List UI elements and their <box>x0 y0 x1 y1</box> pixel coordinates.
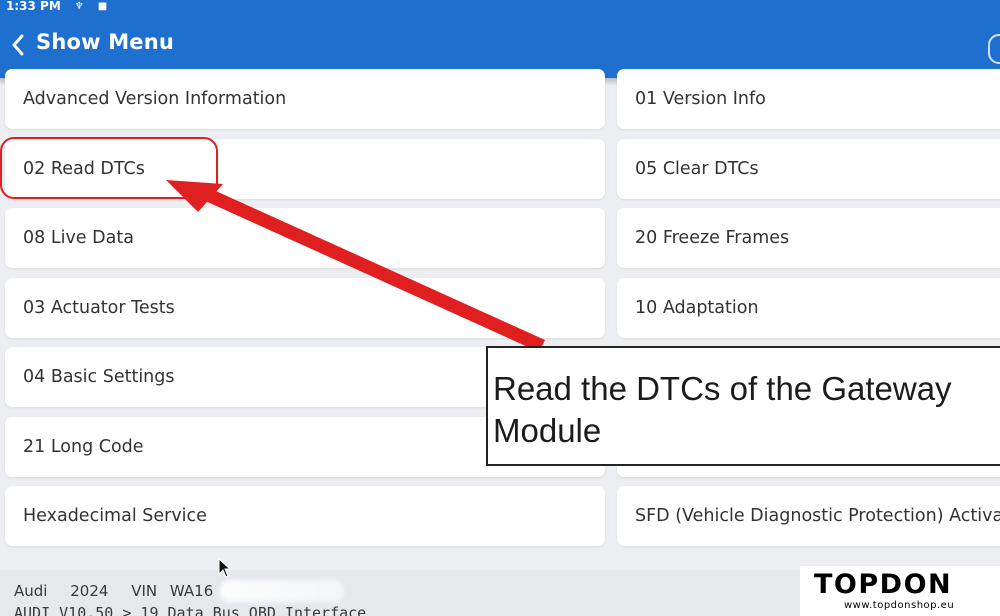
status-time: 1:33 PM <box>6 0 61 13</box>
usb-icon: ♆ <box>74 0 84 12</box>
vin-redaction <box>220 580 344 602</box>
menu-item-version-info[interactable]: 01 Version Info <box>617 69 1000 129</box>
menu-item-advanced-version-information[interactable]: Advanced Version Information <box>5 69 605 129</box>
callout-line-2: Module <box>493 412 602 449</box>
menu-item-actuator-tests[interactable]: 03 Actuator Tests <box>5 278 605 338</box>
menu-item-label: 03 Actuator Tests <box>23 298 175 318</box>
annotation-callout: Read the DTCs of the Gateway Module <box>486 346 1000 466</box>
chevron-left-icon <box>12 34 24 56</box>
highlight-outline <box>0 137 218 199</box>
status-bar: 1:33 PM ♆ ■ <box>6 0 108 13</box>
menu-item-label: 04 Basic Settings <box>23 367 175 387</box>
breadcrumb: AUDI V10.50 > 19 Data Bus OBD Interface <box>14 604 367 616</box>
video-icon: ■ <box>97 0 108 12</box>
vehicle-info: Audi 2024 VIN WA16 <box>14 582 231 600</box>
menu-item-label: 10 Adaptation <box>635 298 759 318</box>
vin-value: WA16 <box>169 582 214 600</box>
vin-label: VIN <box>131 582 158 600</box>
menu-item-label: 01 Version Info <box>635 89 766 109</box>
menu-item-label: 05 Clear DTCs <box>635 159 759 179</box>
page-title: Show Menu <box>36 30 175 54</box>
menu-item-live-data[interactable]: 08 Live Data <box>5 208 605 268</box>
vehicle-year: 2024 <box>70 582 109 600</box>
menu-item-label: Hexadecimal Service <box>23 506 207 526</box>
mouse-cursor-icon <box>218 558 232 578</box>
menu-item-hexadecimal-service[interactable]: Hexadecimal Service <box>5 486 605 546</box>
edge-button[interactable] <box>988 34 1000 64</box>
menu-item-label: Advanced Version Information <box>23 89 287 109</box>
menu-item-freeze-frames[interactable]: 20 Freeze Frames <box>617 208 1000 268</box>
back-button[interactable] <box>6 28 30 62</box>
menu-item-clear-dtcs[interactable]: 05 Clear DTCs <box>617 139 1000 199</box>
callout-line-1: Read the DTCs of the Gateway <box>493 370 952 407</box>
app-bar: 1:33 PM ♆ ■ Show Menu <box>0 0 1000 78</box>
menu-item-label: SFD (Vehicle Diagnostic Protection) Acti… <box>635 506 1000 526</box>
menu-item-sfd-activation[interactable]: SFD (Vehicle Diagnostic Protection) Acti… <box>617 486 1000 546</box>
menu-item-label: 08 Live Data <box>23 228 134 248</box>
menu-item-adaptation[interactable]: 10 Adaptation <box>617 278 1000 338</box>
menu-item-label: 20 Freeze Frames <box>635 228 790 248</box>
vehicle-make: Audi <box>14 582 48 600</box>
topdon-watermark: TOPDON www.topdonshop.eu <box>800 566 1000 616</box>
brand-logo: TOPDON <box>814 569 953 600</box>
menu-item-label: 21 Long Code <box>23 437 144 457</box>
brand-url: www.topdonshop.eu <box>844 600 955 611</box>
